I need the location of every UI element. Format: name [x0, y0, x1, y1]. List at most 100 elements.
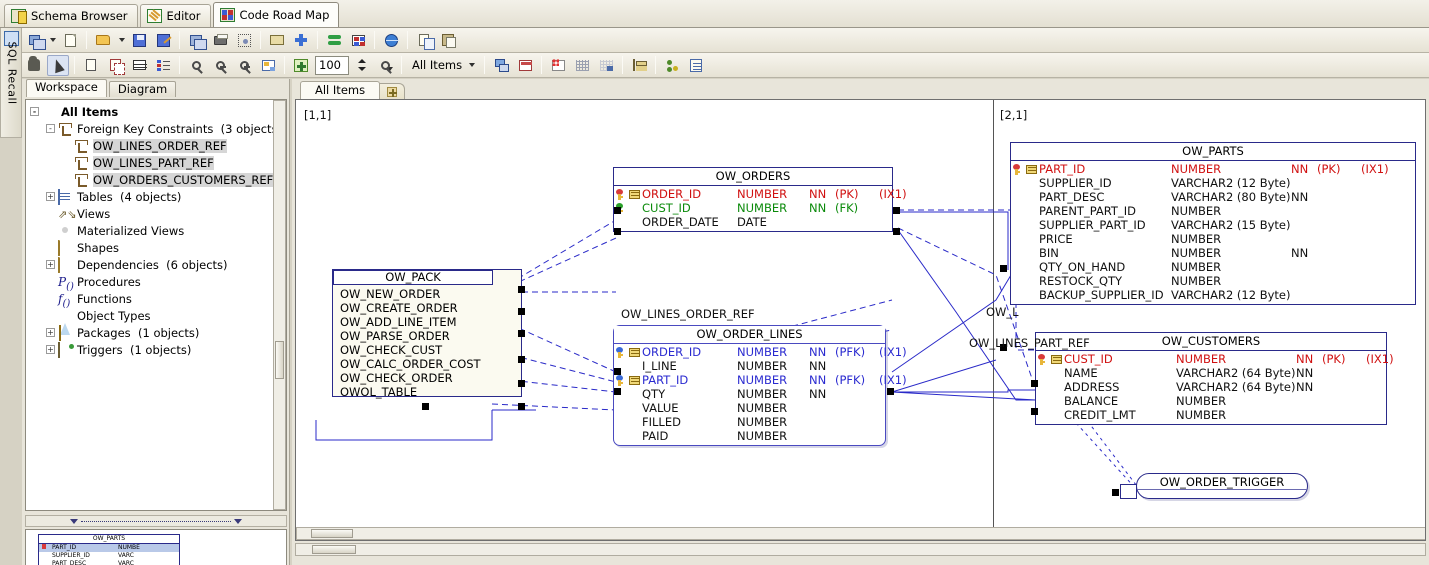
copy-button[interactable] — [413, 30, 435, 51]
selection-handle[interactable] — [518, 286, 525, 293]
entity-column-row[interactable]: PARENT_PART_ID NUMBER — [1011, 204, 1415, 218]
canvas-horizontal-scrollbar[interactable] — [296, 527, 1425, 540]
entity-column-row[interactable]: BALANCE NUMBER — [1036, 394, 1386, 408]
entity-column-row[interactable]: BIN NUMBER NN — [1011, 246, 1415, 260]
entity-ow-parts[interactable]: OW_PARTS PART_ID NUMBER NN (PK) (IX1) SUPPLIER… — [1010, 142, 1416, 305]
entity-column-row[interactable]: QTY_ON_HAND NUMBER — [1011, 260, 1415, 274]
entity-column-row[interactable]: PRICE NUMBER — [1011, 232, 1415, 246]
tab-code-road-map[interactable]: Code Road Map — [212, 2, 340, 27]
package-member[interactable]: OW_PARSE_ORDER — [333, 329, 521, 343]
entity-column-row[interactable]: FILLED NUMBER — [614, 415, 885, 429]
new-window-button[interactable] — [266, 30, 288, 51]
entity-column-row[interactable]: SUPPLIER_PART_ID VARCHAR2 (15 Byte) — [1011, 218, 1415, 232]
tree-item-all-items[interactable]: - All Items — [26, 103, 286, 120]
selection-handle[interactable] — [518, 330, 525, 337]
package-member[interactable]: OWOL_TABLE — [333, 385, 521, 399]
connect-dropdown-button[interactable] — [23, 30, 46, 51]
diagram-canvas[interactable]: [1,1] [2,1] OW_PACK OW_NEW_ORDER OW_CREA… — [295, 99, 1426, 541]
entity-column-row[interactable]: I_LINE NUMBER NN — [614, 359, 885, 373]
session-button[interactable] — [185, 30, 207, 51]
entity-column-row[interactable]: NAME VARCHAR2 (64 Byte) NN — [1036, 366, 1386, 380]
entity-column-row[interactable]: PART_DESC VARCHAR2 (80 Byte) NN — [1011, 190, 1415, 204]
report-button[interactable] — [685, 55, 707, 76]
package-member[interactable]: OW_CHECK_ORDER — [333, 371, 521, 385]
port-handle[interactable] — [1112, 489, 1119, 496]
port-handle[interactable] — [893, 228, 900, 235]
tree-item-materialized-views[interactable]: Materialized Views — [26, 222, 286, 239]
paste-button[interactable] — [437, 30, 459, 51]
sql-recall-strip[interactable]: SQL Recall — [0, 28, 22, 138]
package-member[interactable]: OW_CREATE_ORDER — [333, 301, 521, 315]
overview-entity-ow-parts[interactable]: OW_PARTS PART_ID NUMBE SUPPLIER_ID VARC PART_… — [38, 534, 180, 565]
grid-table-button[interactable] — [128, 55, 150, 76]
port-handle[interactable] — [614, 368, 621, 375]
tree-item-foreign-key-constraints[interactable]: - Foreign Key Constraints (3 objects) — [26, 120, 286, 137]
tab-editor[interactable]: Editor — [139, 4, 211, 27]
show-relations-button[interactable] — [490, 55, 512, 76]
item-filter-dropdown[interactable]: All Items — [408, 56, 480, 75]
tree-item-triggers[interactable]: + Triggers (1 objects) — [26, 341, 286, 358]
tree-expander[interactable]: + — [46, 328, 55, 337]
zoom-out-button[interactable] — [209, 55, 231, 76]
scrollbar-thumb[interactable] — [275, 341, 284, 379]
scrollbar-thumb[interactable] — [312, 545, 356, 554]
entity-column-row[interactable]: PAID NUMBER — [614, 429, 885, 443]
align-button[interactable] — [628, 55, 650, 76]
refresh-button[interactable] — [323, 30, 345, 51]
port-handle[interactable] — [893, 207, 900, 214]
grid-toggle-button[interactable] — [571, 55, 593, 76]
object-tree[interactable]: - All Items - Foreign Key Constraints (3 ob… — [25, 99, 287, 511]
port-handle[interactable] — [1031, 408, 1038, 415]
tree-item-packages[interactable]: + Packages (1 objects) — [26, 324, 286, 341]
tree-item-shapes[interactable]: Shapes — [26, 239, 286, 256]
selection-handle[interactable] — [518, 356, 525, 363]
selection-handle[interactable] — [518, 308, 525, 315]
tab-workspace[interactable]: Workspace — [26, 79, 107, 97]
tree-expander[interactable]: + — [46, 260, 55, 269]
port-handle[interactable] — [1031, 380, 1038, 387]
highlight-button[interactable] — [547, 55, 569, 76]
tree-item-functions[interactable]: f() Functions — [26, 290, 286, 310]
entity-ow-pack[interactable]: OW_PACK OW_NEW_ORDER OW_CREATE_ORDER OW_… — [332, 269, 522, 399]
open-caret[interactable] — [116, 30, 126, 51]
new-page-button[interactable] — [80, 55, 102, 76]
selection-handle[interactable] — [518, 403, 525, 410]
tree-vertical-scrollbar[interactable] — [273, 100, 286, 510]
entity-ow-order-trigger[interactable]: OW_ORDER_TRIGGER — [1136, 473, 1308, 499]
selection-handle[interactable] — [422, 403, 429, 410]
zoom-tool-button[interactable] — [185, 55, 207, 76]
select-tool-button[interactable] — [47, 54, 69, 76]
entity-ow-orders[interactable]: OW_ORDERS ORDER_ID NUMBER NN (PK) (IX1) CUST_I… — [613, 167, 907, 232]
panel-splitter[interactable] — [25, 515, 287, 527]
port-handle[interactable] — [1000, 265, 1007, 272]
selection-handle[interactable] — [518, 380, 525, 387]
tab-diagram[interactable]: Diagram — [108, 81, 177, 97]
port-handle[interactable] — [614, 228, 621, 235]
copy-page-button[interactable] — [104, 55, 126, 76]
entity-column-row[interactable]: CUST_ID NUMBER NN (FK) — [614, 201, 892, 215]
tree-expander[interactable]: + — [46, 192, 55, 201]
tree-item-ow-lines-part-ref[interactable]: OW_LINES_PART_REF — [26, 154, 286, 171]
add-object-button[interactable] — [290, 30, 312, 51]
save-as-button[interactable] — [152, 30, 174, 51]
fit-all-button[interactable] — [290, 55, 312, 76]
entity-column-row[interactable]: VALUE NUMBER — [614, 401, 885, 415]
scrollbar-thumb[interactable] — [311, 529, 353, 538]
connect-caret[interactable] — [47, 30, 57, 51]
entity-column-row[interactable]: PART_ID NUMBER NN (PK) (IX1) — [1011, 162, 1415, 176]
package-member[interactable]: OW_CALC_ORDER_COST — [333, 357, 521, 371]
web-button[interactable] — [380, 30, 402, 51]
add-diagram-tab-button[interactable] — [379, 83, 406, 99]
grid-view-button[interactable] — [347, 30, 369, 51]
tree-item-object-types[interactable]: Object Types — [26, 307, 286, 335]
tab-schema-browser[interactable]: Schema Browser — [4, 4, 138, 27]
package-member[interactable]: OW_NEW_ORDER — [333, 287, 521, 301]
snap-grid-button[interactable] — [595, 55, 617, 76]
entity-column-row[interactable]: ORDER_DATE DATE — [614, 215, 892, 229]
save-button[interactable] — [128, 30, 150, 51]
entity-column-row[interactable]: CUST_ID NUMBER NN (PK) (IX1) — [1036, 352, 1394, 366]
zoom-find-button[interactable] — [374, 55, 396, 76]
locate-button[interactable] — [233, 30, 255, 51]
print-button[interactable] — [209, 30, 231, 51]
zoom-in-button[interactable] — [233, 55, 255, 76]
